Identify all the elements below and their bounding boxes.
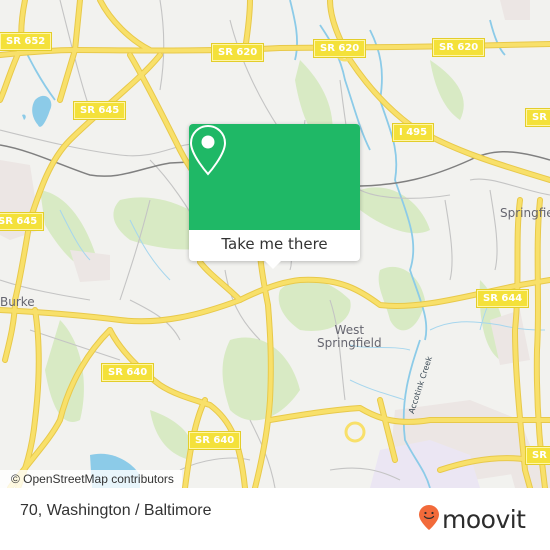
place-label-west-springfield: West Springfield: [317, 324, 382, 350]
moovit-face-icon: [418, 504, 440, 535]
place-label-burke: Burke: [0, 295, 35, 309]
road-shield-sr-620: SR 620: [312, 39, 367, 58]
road-shield-sr-620: SR 620: [431, 38, 486, 57]
road-shield-sr-edge: SR 6: [524, 446, 550, 465]
road-shield-sr-644: SR 644: [524, 108, 550, 127]
road-shield-sr-644: SR 644: [475, 289, 530, 308]
popup-pointer: [264, 260, 282, 269]
road-shield-sr-640: SR 640: [187, 431, 242, 450]
popup-header[interactable]: [189, 124, 360, 230]
road-shield-sr-645: SR 645: [72, 101, 127, 120]
road-shield-sr-640: SR 640: [100, 363, 155, 382]
take-me-there-button[interactable]: Take me there: [189, 230, 360, 261]
moovit-logo[interactable]: moovit: [418, 504, 526, 535]
location-popup[interactable]: Take me there: [189, 124, 360, 269]
road-shield-i-495: I 495: [391, 123, 435, 142]
stop-title: 70, Washington / Baltimore: [20, 502, 212, 519]
road-shield-sr-645: SR 645: [0, 212, 45, 231]
moovit-wordmark: moovit: [442, 504, 526, 534]
map-attribution[interactable]: © OpenStreetMap contributors: [0, 470, 182, 488]
footer-bar: 70, Washington / Baltimore moovit: [0, 488, 550, 550]
map-view[interactable]: SR 652 SR 620 SR 620 SR 620 SR 645 SR 64…: [0, 0, 550, 488]
road-shield-sr-620: SR 620: [210, 43, 265, 62]
place-label-springfield-sub: Springfield: [317, 336, 382, 350]
road-shield-sr-652: SR 652: [0, 32, 53, 51]
place-label-springfield: Springfie: [500, 206, 550, 220]
